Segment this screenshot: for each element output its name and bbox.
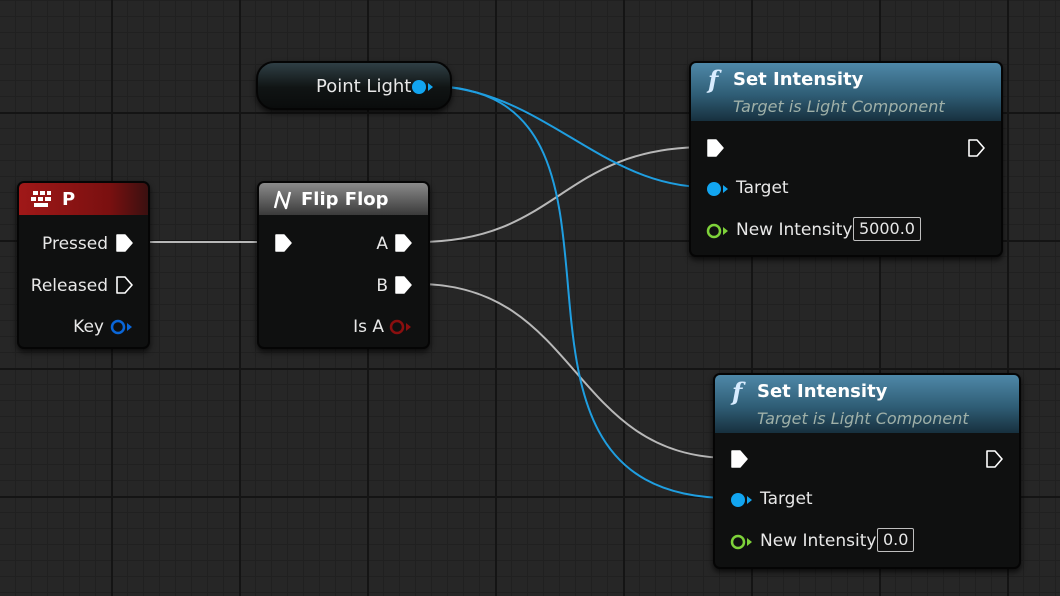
- flipflop-a-exec-pin[interactable]: [395, 234, 412, 252]
- pressed-label: Pressed: [42, 234, 108, 254]
- point-light-label: Point Light: [316, 76, 412, 97]
- set-intensity-node-2[interactable]: f Set Intensity Target is Light Componen…: [713, 373, 1021, 569]
- flipflop-icon: [273, 190, 292, 210]
- pressed-exec-pin[interactable]: [116, 234, 133, 252]
- set-intensity-1-exec-in-pin[interactable]: [707, 139, 724, 157]
- set-intensity-1-target-pin[interactable]: [706, 181, 730, 197]
- flipflop-is-a-label: Is A: [353, 317, 384, 337]
- key-event-header: P: [19, 183, 148, 215]
- set-intensity-1-target-label: Target: [736, 178, 789, 198]
- keyboard-icon: [31, 191, 51, 207]
- flipflop-b-exec-pin[interactable]: [395, 276, 412, 294]
- is-a-output-pin[interactable]: [389, 319, 413, 335]
- set-intensity-1-header: f Set Intensity Target is Light Componen…: [691, 63, 1001, 121]
- set-intensity-2-new-intensity-pin[interactable]: [730, 534, 754, 550]
- set-intensity-2-target-pin[interactable]: [730, 492, 754, 508]
- set-intensity-1-title: Set Intensity: [733, 69, 864, 90]
- exec-wire-b-to-set-intensity-2[interactable]: [417, 283, 731, 459]
- set-intensity-1-new-intensity-input[interactable]: 5000.0: [853, 217, 921, 241]
- function-icon: f: [732, 377, 743, 406]
- set-intensity-2-new-intensity-input[interactable]: 0.0: [877, 528, 915, 552]
- set-intensity-2-target-label: Target: [760, 489, 813, 509]
- flip-flop-header: Flip Flop: [259, 183, 428, 215]
- key-output-pin[interactable]: [110, 319, 134, 335]
- set-intensity-2-exec-in-pin[interactable]: [731, 450, 748, 468]
- set-intensity-2-new-intensity-label: New Intensity: [760, 531, 877, 551]
- set-intensity-1-exec-out-pin[interactable]: [968, 139, 985, 157]
- key-label: Key: [73, 317, 104, 337]
- set-intensity-2-header: f Set Intensity Target is Light Componen…: [715, 375, 1019, 433]
- flip-flop-title: Flip Flop: [301, 189, 389, 210]
- set-intensity-1-subtitle: Target is Light Component: [733, 97, 945, 116]
- released-exec-pin[interactable]: [116, 276, 133, 294]
- set-intensity-1-new-intensity-pin[interactable]: [706, 223, 730, 239]
- key-p-event-node[interactable]: P Pressed Released Key: [17, 181, 150, 349]
- released-label: Released: [30, 276, 108, 296]
- key-event-title: P: [62, 189, 76, 210]
- flip-flop-node[interactable]: Flip Flop A B Is A: [257, 181, 430, 349]
- set-intensity-2-title: Set Intensity: [757, 381, 888, 402]
- point-light-output-pin[interactable]: [411, 79, 435, 95]
- flipflop-exec-in-pin[interactable]: [275, 234, 292, 252]
- function-icon: f: [708, 65, 719, 94]
- set-intensity-2-subtitle: Target is Light Component: [757, 409, 969, 428]
- set-intensity-1-new-intensity-label: New Intensity: [736, 220, 853, 240]
- point-light-variable-node[interactable]: Point Light: [256, 61, 452, 110]
- flipflop-a-label: A: [376, 234, 388, 254]
- set-intensity-node-1[interactable]: f Set Intensity Target is Light Componen…: [689, 61, 1003, 257]
- object-wire-to-target-1[interactable]: [427, 85, 707, 188]
- set-intensity-2-exec-out-pin[interactable]: [986, 450, 1003, 468]
- flipflop-b-label: B: [376, 276, 388, 296]
